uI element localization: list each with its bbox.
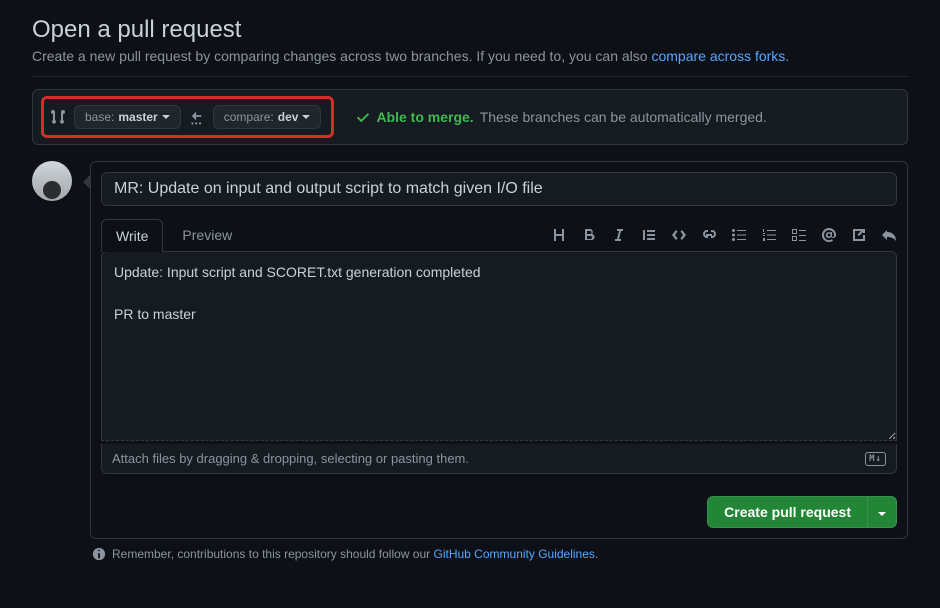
branch-compare-bar: base: master ••• compare: dev Able to me… xyxy=(32,89,908,145)
chevron-down-icon xyxy=(878,512,886,517)
tasklist-icon[interactable] xyxy=(791,227,807,243)
compare-forks-link[interactable]: compare across forks xyxy=(651,48,785,64)
base-value: master xyxy=(118,110,157,124)
markdown-toolbar xyxy=(551,227,897,243)
heading-icon[interactable] xyxy=(551,227,567,243)
compare-branch-selector[interactable]: compare: dev xyxy=(213,105,322,129)
merge-status-message: These branches can be automatically merg… xyxy=(480,109,767,125)
italic-icon[interactable] xyxy=(611,227,627,243)
chevron-down-icon xyxy=(302,115,310,120)
base-branch-selector[interactable]: base: master xyxy=(74,105,181,129)
markdown-icon[interactable]: M↓ xyxy=(865,452,886,466)
annotation-highlight: base: master ••• compare: dev xyxy=(41,96,334,138)
link-icon[interactable] xyxy=(701,227,717,243)
create-pr-dropdown[interactable] xyxy=(867,496,897,528)
pr-title-input[interactable] xyxy=(101,172,897,206)
attach-hint: Attach files by dragging & dropping, sel… xyxy=(112,451,469,466)
quote-icon[interactable] xyxy=(641,227,657,243)
merge-status-label: Able to merge. xyxy=(376,109,473,125)
bold-icon[interactable] xyxy=(581,227,597,243)
compare-icon xyxy=(50,109,66,125)
reply-icon[interactable] xyxy=(881,227,897,243)
page-subtitle: Create a new pull request by comparing c… xyxy=(32,48,908,64)
base-label: base: xyxy=(85,110,114,124)
avatar xyxy=(32,161,72,201)
ol-icon[interactable] xyxy=(761,227,777,243)
pr-body-textarea[interactable] xyxy=(101,251,897,441)
chevron-down-icon xyxy=(162,115,170,120)
mention-icon[interactable] xyxy=(821,227,837,243)
ul-icon[interactable] xyxy=(731,227,747,243)
code-icon[interactable] xyxy=(671,227,687,243)
subtitle-after: . xyxy=(785,48,789,64)
info-icon xyxy=(92,547,106,561)
subtitle-text: Create a new pull request by comparing c… xyxy=(32,48,651,64)
merge-status: Able to merge. These branches can be aut… xyxy=(356,109,766,125)
page-title: Open a pull request xyxy=(32,16,908,44)
footer-text-before: Remember, contributions to this reposito… xyxy=(112,547,434,561)
footer-note: Remember, contributions to this reposito… xyxy=(32,539,908,561)
header-divider xyxy=(32,76,908,77)
tab-preview[interactable]: Preview xyxy=(167,218,247,251)
compare-value: dev xyxy=(278,110,299,124)
footer-text-after: . xyxy=(595,547,598,561)
guidelines-link[interactable]: GitHub Community Guidelines xyxy=(434,547,595,561)
tab-write[interactable]: Write xyxy=(101,219,163,252)
create-pr-button[interactable]: Create pull request xyxy=(707,496,867,528)
check-icon xyxy=(356,110,370,124)
compare-label: compare: xyxy=(224,110,274,124)
arrow-left-icon: ••• xyxy=(189,109,205,126)
crossref-icon[interactable] xyxy=(851,227,867,243)
attach-bar[interactable]: Attach files by dragging & dropping, sel… xyxy=(101,444,897,474)
compose-box: Write Preview xyxy=(90,161,908,539)
